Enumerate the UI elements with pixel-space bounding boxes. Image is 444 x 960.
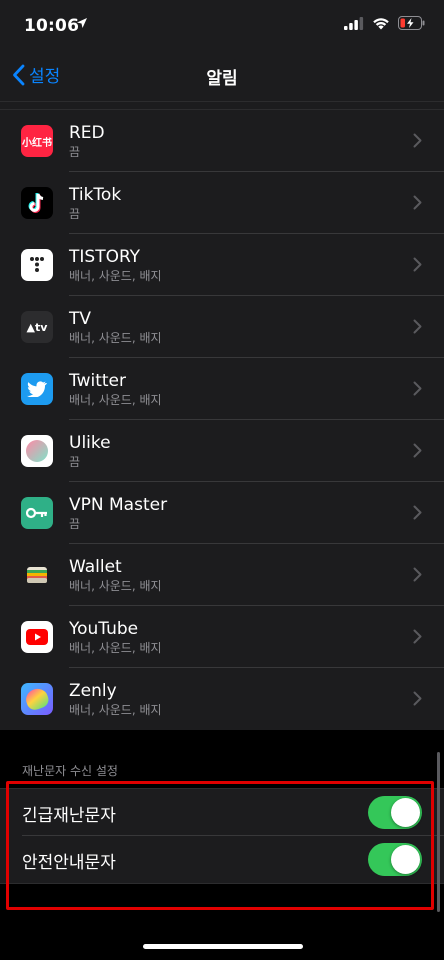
scroll-indicator bbox=[437, 752, 440, 912]
app-name: TISTORY bbox=[69, 247, 141, 267]
app-name: Twitter bbox=[69, 371, 126, 391]
app-row-tv[interactable]: ▲tv TV 배너, 사운드, 배지 bbox=[0, 296, 444, 358]
app-row-tiktok[interactable]: TikTok 끔 bbox=[0, 172, 444, 234]
toggle-row-safety-alert: 안전안내문자 bbox=[0, 836, 444, 883]
zenly-icon bbox=[21, 683, 53, 715]
app-row-zenly[interactable]: Zenly 배너, 사운드, 배지 bbox=[0, 668, 444, 730]
app-row-red[interactable]: 小红书 RED 끔 bbox=[0, 110, 444, 172]
app-row-wallet[interactable]: Wallet 배너, 사운드, 배지 bbox=[0, 544, 444, 606]
emergency-section-header: 재난문자 수신 설정 bbox=[22, 764, 118, 778]
chevron-right-icon bbox=[413, 195, 422, 210]
app-notification-status: 끔 bbox=[69, 207, 81, 221]
status-bar: 10:06 bbox=[0, 0, 444, 50]
tiktok-icon bbox=[21, 187, 53, 219]
chevron-right-icon bbox=[413, 381, 422, 396]
toggle-label: 안전안내문자 bbox=[22, 853, 116, 873]
switch-knob bbox=[391, 798, 420, 827]
red-app-icon: 小红书 bbox=[21, 125, 53, 157]
emergency-alert-switch[interactable] bbox=[368, 796, 422, 829]
wallet-icon bbox=[21, 559, 53, 591]
app-notification-status: 끔 bbox=[69, 145, 81, 159]
cellular-signal-icon bbox=[344, 16, 364, 30]
app-notification-status: 배너, 사운드, 배지 bbox=[69, 393, 162, 407]
apple-tv-icon: ▲tv bbox=[21, 311, 53, 343]
page-title: 알림 bbox=[206, 69, 238, 89]
navigation-bar: 설정 알림 bbox=[0, 50, 444, 102]
app-name: Zenly bbox=[69, 681, 117, 701]
app-row-ulike[interactable]: Ulike 끔 bbox=[0, 420, 444, 482]
app-row-twitter[interactable]: Twitter 배너, 사운드, 배지 bbox=[0, 358, 444, 420]
chevron-right-icon bbox=[413, 133, 422, 148]
app-name: RED bbox=[69, 123, 105, 143]
vpn-master-icon bbox=[21, 497, 53, 529]
toggle-label: 긴급재난문자 bbox=[22, 806, 116, 826]
app-notification-list: 小红书 RED 끔 TikTok 끔 TISTORY 배너, 사운드, 배지 ▲… bbox=[0, 102, 444, 730]
youtube-icon bbox=[21, 621, 53, 653]
app-name: TV bbox=[69, 309, 92, 329]
chevron-right-icon bbox=[413, 567, 422, 582]
app-row-vpn-master[interactable]: VPN Master 끔 bbox=[0, 482, 444, 544]
app-notification-status: 끔 bbox=[69, 455, 81, 469]
app-name: TikTok bbox=[69, 185, 122, 205]
chevron-right-icon bbox=[413, 443, 422, 458]
emergency-toggle-group: 긴급재난문자 안전안내문자 bbox=[0, 788, 444, 884]
toggle-row-emergency-alert: 긴급재난문자 bbox=[0, 789, 444, 836]
chevron-right-icon bbox=[413, 691, 422, 706]
app-notification-status: 배너, 사운드, 배지 bbox=[69, 331, 162, 345]
safety-alert-switch[interactable] bbox=[368, 843, 422, 876]
app-name: VPN Master bbox=[69, 495, 168, 515]
list-top-divider bbox=[0, 102, 444, 110]
app-name: Wallet bbox=[69, 557, 122, 577]
app-notification-status: 배너, 사운드, 배지 bbox=[69, 269, 162, 283]
app-notification-status: 끔 bbox=[69, 517, 81, 531]
battery-charging-icon bbox=[398, 16, 425, 30]
twitter-icon bbox=[21, 373, 53, 405]
app-row-youtube[interactable]: YouTube 배너, 사운드, 배지 bbox=[0, 606, 444, 668]
app-name: YouTube bbox=[69, 619, 139, 639]
location-arrow-icon bbox=[77, 18, 87, 28]
wifi-icon bbox=[373, 17, 389, 29]
app-notification-status: 배너, 사운드, 배지 bbox=[69, 641, 162, 655]
home-indicator[interactable] bbox=[143, 944, 303, 949]
app-notification-status: 배너, 사운드, 배지 bbox=[69, 703, 162, 717]
status-icons bbox=[344, 16, 426, 30]
status-time: 10:06 bbox=[24, 16, 80, 36]
chevron-right-icon bbox=[413, 505, 422, 520]
app-notification-status: 배너, 사운드, 배지 bbox=[69, 579, 162, 593]
app-row-tistory[interactable]: TISTORY 배너, 사운드, 배지 bbox=[0, 234, 444, 296]
switch-knob bbox=[391, 845, 420, 874]
chevron-right-icon bbox=[413, 257, 422, 272]
tistory-icon bbox=[21, 249, 53, 281]
ulike-icon bbox=[21, 435, 53, 467]
chevron-right-icon bbox=[413, 629, 422, 644]
chevron-right-icon bbox=[413, 319, 422, 334]
app-name: Ulike bbox=[69, 433, 111, 453]
